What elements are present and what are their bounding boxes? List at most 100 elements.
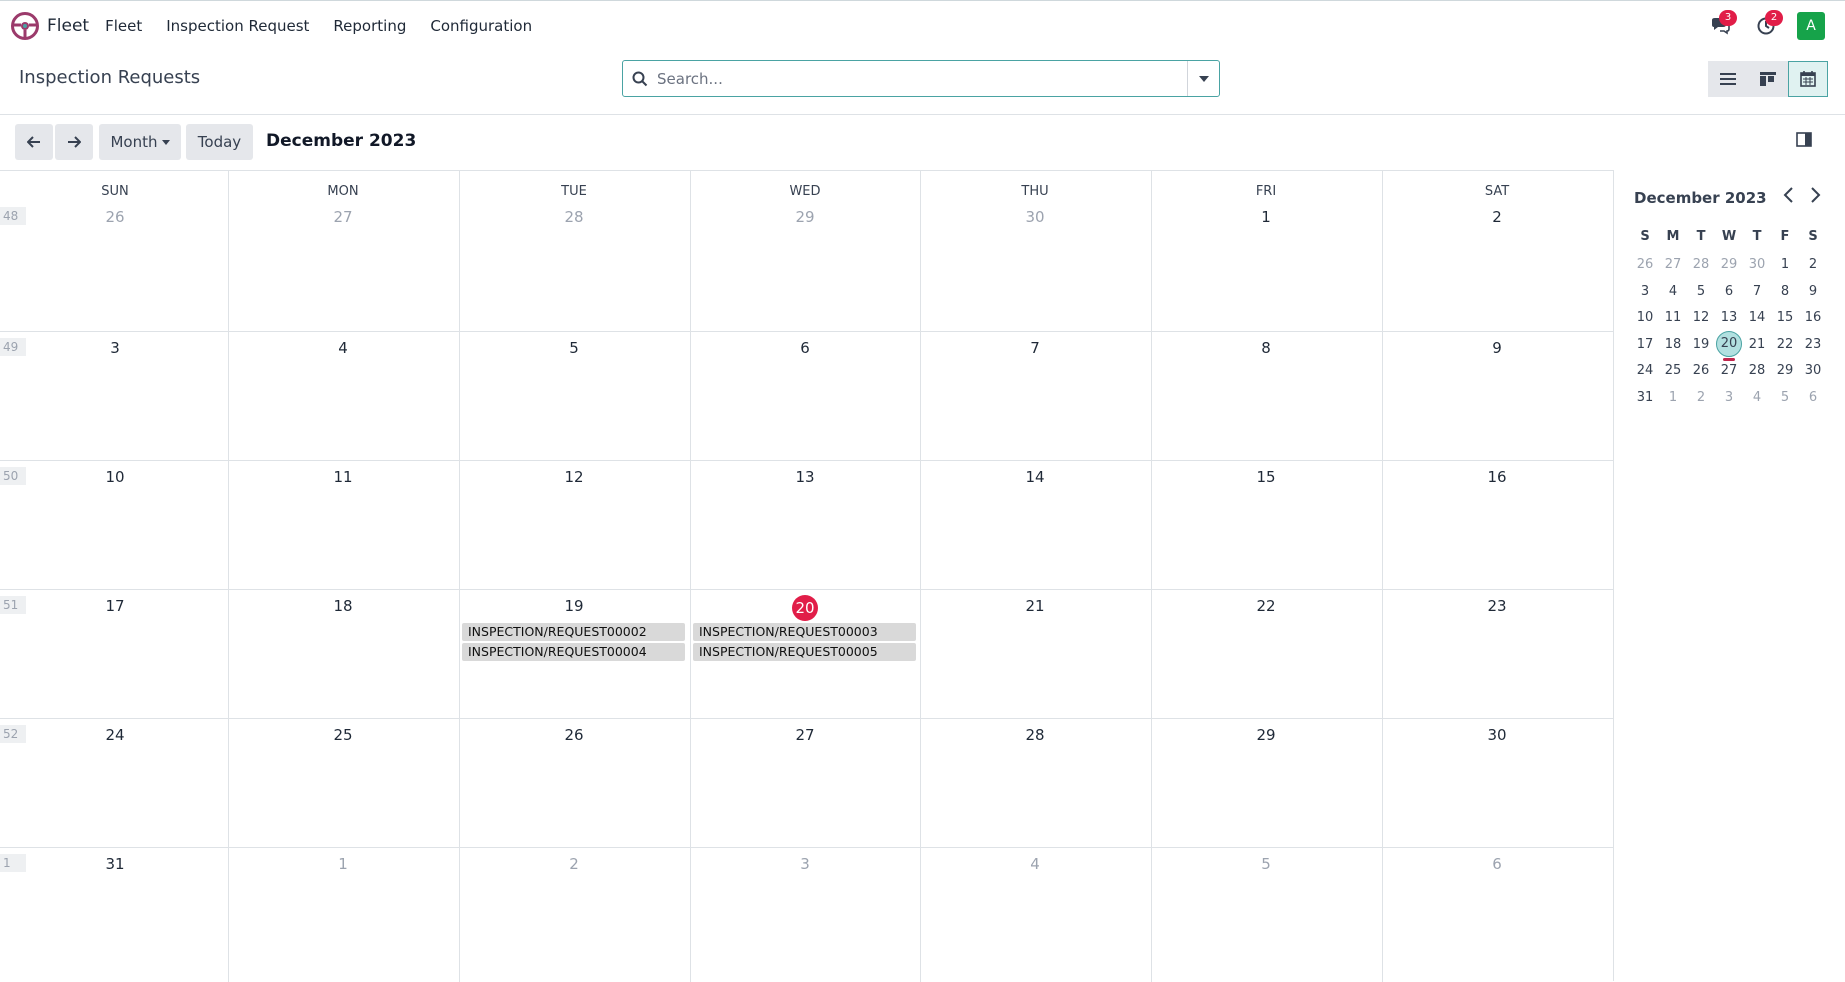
mini-calendar-day[interactable]: 5 xyxy=(1771,390,1799,405)
search-input[interactable] xyxy=(657,61,1187,96)
day-cell[interactable]: 31 xyxy=(0,855,230,873)
calendar-event[interactable]: INSPECTION/REQUEST00002 xyxy=(462,623,685,641)
day-cell[interactable]: 21 xyxy=(920,597,1150,615)
day-cell[interactable]: 16 xyxy=(1382,468,1612,486)
mini-calendar-day[interactable]: 22 xyxy=(1771,337,1799,352)
mini-calendar-day[interactable]: 13 xyxy=(1715,310,1743,325)
day-cell[interactable]: 9 xyxy=(1382,339,1612,357)
mini-calendar-day[interactable]: 28 xyxy=(1687,257,1715,272)
mini-calendar-day[interactable]: 6 xyxy=(1799,390,1827,405)
previous-button[interactable] xyxy=(15,124,53,160)
day-cell[interactable]: 20 xyxy=(690,595,920,621)
mini-calendar-day[interactable]: 15 xyxy=(1771,310,1799,325)
mini-calendar-day[interactable]: 25 xyxy=(1659,363,1687,378)
mini-calendar-day[interactable]: 31 xyxy=(1631,390,1659,405)
mini-calendar-day[interactable]: 1 xyxy=(1771,257,1799,272)
day-cell[interactable]: 26 xyxy=(459,726,689,744)
day-cell[interactable]: 13 xyxy=(690,468,920,486)
activities-button[interactable]: 2 xyxy=(1753,10,1783,40)
day-cell[interactable]: 26 xyxy=(0,208,230,226)
menu-configuration[interactable]: Configuration xyxy=(418,17,544,35)
mini-calendar-day[interactable]: 8 xyxy=(1771,284,1799,299)
day-cell[interactable]: 17 xyxy=(0,597,230,615)
mini-calendar-day[interactable]: 23 xyxy=(1799,337,1827,352)
day-cell[interactable]: 12 xyxy=(459,468,689,486)
mini-calendar-day[interactable]: 24 xyxy=(1631,363,1659,378)
mini-calendar-day[interactable]: 2 xyxy=(1799,257,1827,272)
mini-prev-button[interactable] xyxy=(1782,186,1796,208)
mini-calendar-day[interactable]: 27 xyxy=(1715,363,1743,378)
mini-calendar-day[interactable]: 4 xyxy=(1743,390,1771,405)
day-cell[interactable]: 5 xyxy=(1151,855,1381,873)
mini-calendar-day[interactable]: 19 xyxy=(1687,337,1715,352)
day-cell[interactable]: 30 xyxy=(1382,726,1612,744)
mini-calendar-day[interactable]: 3 xyxy=(1631,284,1659,299)
mini-calendar-day[interactable]: 12 xyxy=(1687,310,1715,325)
calendar-event[interactable]: INSPECTION/REQUEST00004 xyxy=(462,643,685,661)
search-options-toggle[interactable] xyxy=(1187,61,1219,96)
mini-calendar-day[interactable]: 26 xyxy=(1687,363,1715,378)
day-cell[interactable]: 28 xyxy=(459,208,689,226)
day-cell[interactable]: 23 xyxy=(1382,597,1612,615)
day-cell[interactable]: 7 xyxy=(920,339,1150,357)
next-button[interactable] xyxy=(55,124,93,160)
mini-calendar-day[interactable]: 16 xyxy=(1799,310,1827,325)
mini-calendar-day[interactable]: 30 xyxy=(1743,257,1771,272)
mini-calendar-day[interactable]: 21 xyxy=(1743,337,1771,352)
mini-calendar-day[interactable]: 10 xyxy=(1631,310,1659,325)
day-cell[interactable]: 29 xyxy=(1151,726,1381,744)
day-cell[interactable]: 1 xyxy=(1151,208,1381,226)
calendar-event[interactable]: INSPECTION/REQUEST00003 xyxy=(693,623,916,641)
day-cell[interactable]: 19 xyxy=(459,597,689,615)
mini-calendar-day[interactable]: 5 xyxy=(1687,284,1715,299)
mini-calendar-day[interactable]: 9 xyxy=(1799,284,1827,299)
menu-inspection-request[interactable]: Inspection Request xyxy=(154,17,321,35)
mini-calendar-day[interactable]: 17 xyxy=(1631,337,1659,352)
day-cell[interactable]: 18 xyxy=(228,597,458,615)
day-cell[interactable]: 22 xyxy=(1151,597,1381,615)
day-cell[interactable]: 25 xyxy=(228,726,458,744)
scale-dropdown[interactable]: Month xyxy=(99,124,181,160)
day-cell[interactable]: 27 xyxy=(690,726,920,744)
side-panel-toggle[interactable] xyxy=(1796,132,1812,151)
day-cell[interactable]: 11 xyxy=(228,468,458,486)
mini-calendar-day[interactable]: 1 xyxy=(1659,390,1687,405)
day-cell[interactable]: 2 xyxy=(1382,208,1612,226)
day-cell[interactable]: 6 xyxy=(690,339,920,357)
day-cell[interactable]: 3 xyxy=(690,855,920,873)
mini-calendar-day[interactable]: 2 xyxy=(1687,390,1715,405)
menu-fleet[interactable]: Fleet xyxy=(93,17,154,35)
day-cell[interactable]: 4 xyxy=(228,339,458,357)
day-cell[interactable]: 14 xyxy=(920,468,1150,486)
day-cell[interactable]: 4 xyxy=(920,855,1150,873)
day-cell[interactable]: 28 xyxy=(920,726,1150,744)
day-cell[interactable]: 3 xyxy=(0,339,230,357)
mini-calendar-day[interactable]: 30 xyxy=(1799,363,1827,378)
mini-calendar-day[interactable]: 14 xyxy=(1743,310,1771,325)
calendar-event[interactable]: INSPECTION/REQUEST00005 xyxy=(693,643,916,661)
menu-reporting[interactable]: Reporting xyxy=(321,17,418,35)
day-cell[interactable]: 2 xyxy=(459,855,689,873)
mini-calendar-day[interactable]: 18 xyxy=(1659,337,1687,352)
mini-calendar-day[interactable]: 3 xyxy=(1715,390,1743,405)
mini-calendar-day[interactable]: 7 xyxy=(1743,284,1771,299)
day-cell[interactable]: 5 xyxy=(459,339,689,357)
mini-calendar-day[interactable]: 29 xyxy=(1715,257,1743,272)
messages-button[interactable]: 3 xyxy=(1707,10,1737,40)
day-cell[interactable]: 1 xyxy=(228,855,458,873)
today-button[interactable]: Today xyxy=(186,124,253,160)
day-cell[interactable]: 10 xyxy=(0,468,230,486)
day-cell[interactable]: 6 xyxy=(1382,855,1612,873)
day-cell[interactable]: 24 xyxy=(0,726,230,744)
mini-calendar-day[interactable]: 29 xyxy=(1771,363,1799,378)
mini-calendar-day[interactable]: 4 xyxy=(1659,284,1687,299)
day-cell[interactable]: 29 xyxy=(690,208,920,226)
mini-calendar-day[interactable]: 26 xyxy=(1631,257,1659,272)
mini-calendar-day[interactable]: 11 xyxy=(1659,310,1687,325)
day-cell[interactable]: 15 xyxy=(1151,468,1381,486)
day-cell[interactable]: 30 xyxy=(920,208,1150,226)
mini-calendar-day[interactable]: 6 xyxy=(1715,284,1743,299)
app-brand[interactable]: Fleet xyxy=(10,11,89,41)
user-avatar[interactable]: A xyxy=(1797,12,1825,40)
mini-calendar-day[interactable]: 27 xyxy=(1659,257,1687,272)
